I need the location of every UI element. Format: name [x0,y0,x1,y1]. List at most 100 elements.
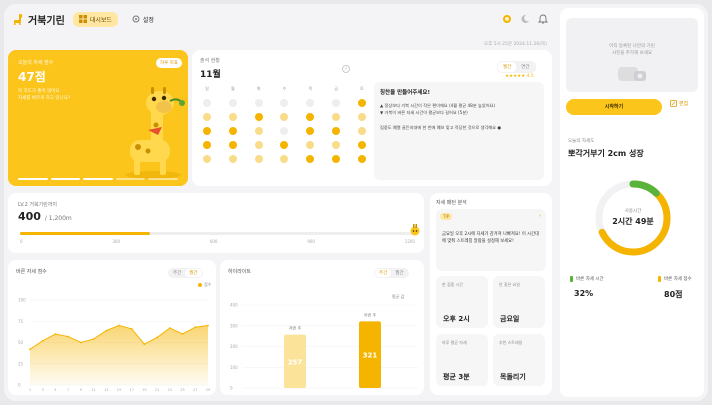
calendar-cell[interactable] [331,154,341,164]
tab-settings[interactable]: 설정 [126,12,160,27]
calendar-cell[interactable] [279,126,289,136]
calendar-cell[interactable] [228,98,238,108]
stat-color-bar [570,276,573,282]
sun-icon[interactable] [502,14,512,24]
calendar-cell[interactable] [254,126,264,136]
calendar-cell[interactable] [279,154,289,164]
calendar-cell[interactable] [279,140,289,150]
level-tick-label: 900 [307,239,315,244]
app-logo[interactable]: 거북기린 [12,12,65,27]
x-tick-label: 1 [29,388,31,392]
calendar-week [202,110,367,124]
calendar-cell[interactable] [228,140,238,150]
bell-icon[interactable] [538,14,548,24]
giraffe-photo-placeholder[interactable]: 아직 등록된 나만의 기린 사진을 추가해 보세요 [566,18,698,92]
calendar-cell[interactable] [357,112,367,122]
calendar-cell[interactable] [331,112,341,122]
calendar-cell[interactable] [254,154,264,164]
calendar-cell[interactable] [331,126,341,136]
tip-box[interactable]: TIP › 금요일 오후 2시에 자세가 감겨져 나빠져요! 이 시간대에 맞춰… [436,209,546,271]
analysis-tile: 추천 스트레칭 목돌리기 [493,334,545,386]
calendar-cell[interactable] [228,154,238,164]
goal-tag[interactable]: 하루 목표 [156,58,182,68]
tile-key: 하루 평균 자세 [442,340,467,345]
weekday-row: 일월화수목금토 [202,82,367,96]
calendar-cell[interactable] [202,98,212,108]
weekday-label: 토 [360,86,364,91]
tile-value: 목돌리기 [500,373,526,381]
start-button[interactable]: 시작하기 [566,99,662,115]
level-current: 400 [18,210,41,223]
placeholder-line: 아직 등록된 나만의 기린 [609,44,655,49]
memo-line: ▼ 거북이 바른 자세 시간이 평균보다 길어요 (5분) [380,110,468,115]
moon-icon[interactable] [520,14,530,24]
calendar-cell[interactable] [254,98,264,108]
calendar-cell[interactable] [279,112,289,122]
attendance-dot [254,154,263,163]
analysis-title: 자세 패턴 분석 [436,200,467,206]
posture-score-subtitle: 오늘의 자세 점수 [18,60,54,66]
stat-correct-score: 바른 자세 점수 [658,276,692,282]
calendar-cell[interactable] [305,140,315,150]
giraffe-logo-icon [14,14,22,25]
attendance-dot [203,98,211,107]
tab-settings-label: 설정 [142,16,154,24]
pattern-analysis-card: 자세 패턴 분석 TIP › 금요일 오후 2시에 자세가 감겨져 나빠져요! … [430,193,552,395]
camera-icon [618,67,646,81]
calendar-cell[interactable] [228,126,238,136]
weekday-label: 금 [334,86,338,91]
data-point [130,328,133,330]
attendance-dot [357,126,366,135]
calendar-cell[interactable] [305,154,315,164]
calendar-period-toggle: 월간 연간 [497,61,536,73]
memo-line: 집중도 예열 골든지대에 한 번에 예보 맞고 적당한 것으로 생각해요 ● [380,125,501,130]
posture-area-chart: 10075502501 3 5 7 9 11 13 15 17 19 21 23 25 27 29 [18,298,210,393]
calendar-nav-button[interactable]: ‹ [342,65,350,73]
bar-category-label: 이번 주 [364,311,377,317]
calendar-week [202,124,367,138]
progress-dot [115,178,146,180]
bar-value-label: 321 [363,352,378,360]
calendar-cell[interactable] [331,98,341,108]
level-label: LV.2 거북기린까지 [18,202,57,208]
ring-value: 2시간 49분 [612,217,654,226]
stat-key: 바른 자세 시간 [576,277,604,282]
weekday-label: 목 [308,86,313,91]
weekday-label: 화 [256,86,261,91]
calendar-cell[interactable] [202,154,212,164]
calendar-cell[interactable] [305,112,315,122]
gear-icon [132,15,140,23]
attendance-dot [254,126,263,135]
calendar-cell[interactable] [331,140,341,150]
data-point [54,333,57,335]
calendar-cell[interactable] [228,112,238,122]
calendar-week [202,96,367,110]
tile-value: 금요일 [500,315,520,323]
calendar-cell[interactable] [357,126,367,136]
attendance-dot [332,140,341,149]
calendar-cell[interactable] [357,140,367,150]
calendar-cell[interactable] [254,112,264,122]
ring-center: 사용시간 2시간 49분 [593,208,673,227]
attendance-dot [254,98,263,107]
calendar-cell[interactable] [254,140,264,150]
level-track [20,232,415,235]
period-monthly[interactable]: 월간 [498,62,517,72]
calendar-cell[interactable] [357,154,367,164]
calendar-cell[interactable] [357,98,367,108]
stat-correct-time: 바른 자세 시간 [570,276,604,282]
calendar-cell[interactable] [202,112,212,122]
tile-key: 추천 스트레칭 [499,340,523,345]
calendar-cell[interactable] [202,140,212,150]
calendar-cell[interactable] [279,98,289,108]
data-point [92,338,95,340]
chevron-right-icon: › [539,213,541,219]
tab-dashboard[interactable]: 대시보드 [72,11,118,27]
period-yearly[interactable]: 연간 [516,62,534,72]
edit-button[interactable]: 편집 [670,100,688,107]
calendar-cell[interactable] [305,98,315,108]
attendance-dot [203,126,211,135]
calendar-cell[interactable] [305,126,315,136]
calendar-cell[interactable] [202,126,212,136]
attendance-dot [228,126,237,135]
